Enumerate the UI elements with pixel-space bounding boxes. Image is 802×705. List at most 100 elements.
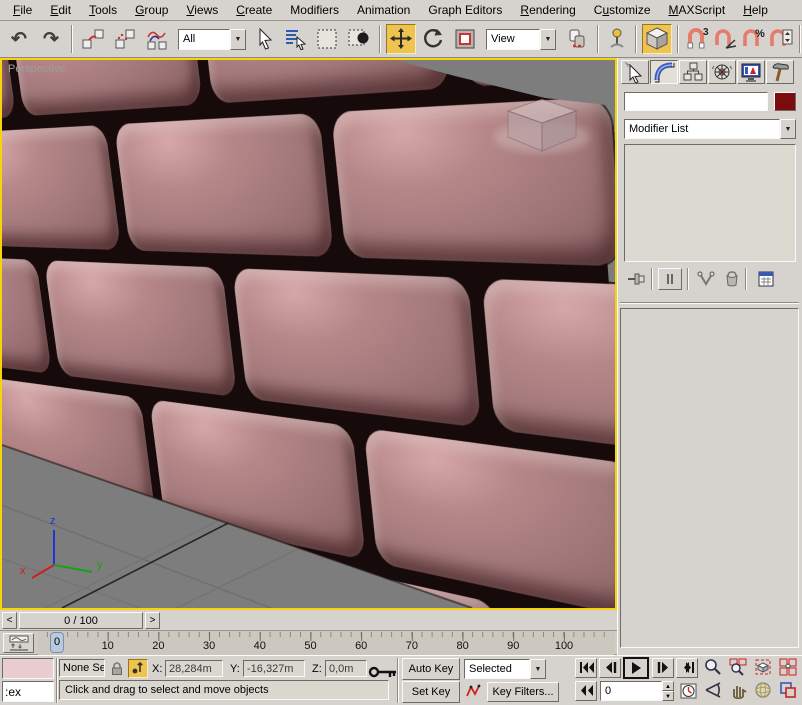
select-and-move-icon[interactable] bbox=[386, 24, 416, 54]
y-coordinate-field[interactable]: -16,327m bbox=[243, 660, 305, 677]
undo-icon[interactable]: ↶ bbox=[4, 24, 34, 54]
rectangular-selection-region-icon[interactable] bbox=[312, 24, 342, 54]
current-frame-marker[interactable]: 0 bbox=[50, 632, 64, 653]
angle-snap-icon[interactable] bbox=[712, 24, 738, 54]
default-in-out-tangents-icon[interactable] bbox=[464, 683, 484, 703]
selection-filter-dropdown[interactable]: All ▼ bbox=[178, 29, 246, 50]
zoom-extents-all-icon[interactable] bbox=[777, 658, 799, 679]
object-name-field[interactable] bbox=[624, 92, 768, 111]
time-slider-handle[interactable]: 0 / 100 bbox=[19, 612, 143, 629]
zoom-icon[interactable] bbox=[702, 658, 724, 679]
show-end-result-icon[interactable] bbox=[658, 268, 682, 290]
rollout-area[interactable] bbox=[620, 308, 799, 648]
select-and-link-icon[interactable] bbox=[78, 24, 108, 54]
tab-create[interactable] bbox=[621, 60, 649, 84]
svg-text:3: 3 bbox=[703, 27, 709, 38]
configure-modifier-sets-icon[interactable] bbox=[754, 268, 778, 290]
macro-recorder-field[interactable] bbox=[2, 658, 54, 679]
x-coordinate-label: X: bbox=[152, 663, 162, 675]
menu-create[interactable]: Create bbox=[227, 1, 281, 20]
auto-key-button[interactable]: Auto Key bbox=[402, 658, 460, 680]
key-filters-button[interactable]: Key Filters... bbox=[487, 682, 559, 702]
zoom-extents-icon[interactable] bbox=[752, 658, 774, 679]
previous-frame-icon[interactable] bbox=[599, 658, 621, 678]
remove-modifier-icon[interactable] bbox=[720, 268, 744, 290]
previous-frame-button[interactable]: < bbox=[2, 612, 17, 629]
time-configuration-icon[interactable] bbox=[678, 682, 698, 702]
trackbar-tick-label: 30 bbox=[203, 640, 215, 652]
track-bar-ruler[interactable]: 0 0102030405060708090100 bbox=[38, 631, 614, 655]
x-coordinate-field[interactable]: 28,284m bbox=[165, 660, 223, 677]
chevron-down-icon[interactable]: ▼ bbox=[530, 659, 546, 679]
maximize-viewport-toggle-icon[interactable] bbox=[777, 681, 799, 702]
arc-rotate-icon[interactable] bbox=[752, 681, 774, 702]
modifier-stack-list[interactable] bbox=[624, 144, 796, 262]
unlink-selection-icon[interactable] bbox=[110, 24, 140, 54]
menu-views[interactable]: Views bbox=[177, 1, 227, 20]
menu-help[interactable]: Help bbox=[734, 1, 777, 20]
spinner-snap-icon[interactable] bbox=[768, 24, 794, 54]
snap-3d-icon[interactable]: 3 bbox=[684, 24, 710, 54]
tab-modify[interactable] bbox=[650, 60, 678, 84]
select-and-scale-icon[interactable] bbox=[450, 24, 480, 54]
z-coordinate-field[interactable]: 0,0m bbox=[325, 660, 367, 677]
next-frame-icon[interactable] bbox=[652, 658, 674, 678]
key-mode-toggle-icon[interactable] bbox=[575, 681, 597, 701]
go-to-end-icon[interactable] bbox=[676, 658, 698, 678]
field-of-view-icon[interactable] bbox=[702, 681, 724, 702]
menu-rendering[interactable]: Rendering bbox=[511, 1, 584, 20]
menu-edit[interactable]: Edit bbox=[41, 1, 80, 20]
y-axis-label: y bbox=[97, 559, 103, 571]
chevron-down-icon[interactable]: ▼ bbox=[540, 29, 556, 50]
viewport-label[interactable]: Perspective bbox=[8, 63, 65, 75]
set-key-button[interactable]: Set Key bbox=[402, 681, 460, 703]
redo-icon[interactable]: ↷ bbox=[36, 24, 66, 54]
menu-animation[interactable]: Animation bbox=[348, 1, 419, 20]
spinner-up-icon[interactable]: ▲ bbox=[662, 681, 674, 691]
selection-lock-icon[interactable] bbox=[108, 660, 126, 678]
maxscript-mini-listener[interactable]: :ex bbox=[2, 681, 54, 702]
modifier-list-dropdown[interactable]: Modifier List ▼ bbox=[624, 119, 796, 139]
spinner-down-icon[interactable]: ▼ bbox=[662, 691, 674, 701]
pan-hand-icon[interactable] bbox=[727, 681, 749, 702]
menu-tools[interactable]: Tools bbox=[80, 1, 126, 20]
object-color-swatch[interactable] bbox=[774, 92, 796, 111]
z-axis-label: z bbox=[50, 515, 56, 527]
bind-to-space-warp-icon[interactable] bbox=[142, 24, 172, 54]
perspective-viewport[interactable]: z x y Perspective bbox=[0, 58, 617, 610]
use-pivot-point-center-icon[interactable] bbox=[562, 24, 592, 54]
select-object-icon[interactable] bbox=[252, 24, 278, 54]
menu-group[interactable]: Group bbox=[126, 1, 177, 20]
tab-hierarchy[interactable] bbox=[679, 60, 707, 84]
reference-coordinate-system-dropdown[interactable]: View ▼ bbox=[486, 29, 556, 50]
menu-graph-editors[interactable]: Graph Editors bbox=[419, 1, 511, 20]
select-and-rotate-icon[interactable] bbox=[418, 24, 448, 54]
select-and-manipulate-icon[interactable] bbox=[604, 24, 630, 54]
menu-file[interactable]: File bbox=[4, 1, 41, 20]
tab-utilities[interactable] bbox=[766, 60, 794, 84]
next-frame-button[interactable]: > bbox=[145, 612, 160, 629]
ghost-cube-helper[interactable] bbox=[490, 85, 594, 165]
snaps-toggle-icon[interactable] bbox=[642, 24, 672, 54]
percent-snap-icon[interactable]: % bbox=[740, 24, 766, 54]
absolute-offset-toggle-icon[interactable] bbox=[128, 659, 148, 678]
mini-curve-editor-button[interactable] bbox=[3, 633, 34, 653]
chevron-down-icon[interactable]: ▼ bbox=[230, 29, 246, 50]
zoom-all-icon[interactable] bbox=[727, 658, 749, 679]
make-unique-icon[interactable] bbox=[694, 268, 718, 290]
menu-customize[interactable]: Customize bbox=[585, 1, 660, 20]
key-mode-dropdown[interactable]: Selected ▼ bbox=[464, 659, 546, 679]
pin-stack-icon[interactable] bbox=[624, 268, 648, 290]
tab-motion[interactable] bbox=[708, 60, 736, 84]
chevron-down-icon[interactable]: ▼ bbox=[780, 119, 796, 139]
toolbar-separator bbox=[71, 25, 73, 53]
go-to-start-icon[interactable] bbox=[575, 658, 597, 678]
window-crossing-toggle-icon[interactable] bbox=[344, 24, 374, 54]
menu-modifiers[interactable]: Modifiers bbox=[281, 1, 348, 20]
play-animation-icon[interactable] bbox=[623, 657, 649, 679]
tab-display[interactable] bbox=[737, 60, 765, 84]
current-frame-field[interactable]: 0 bbox=[600, 681, 662, 701]
select-by-name-icon[interactable] bbox=[280, 24, 310, 54]
frame-spinner[interactable]: ▲ ▼ bbox=[662, 681, 674, 701]
menu-maxscript[interactable]: MAXScript bbox=[660, 1, 735, 20]
